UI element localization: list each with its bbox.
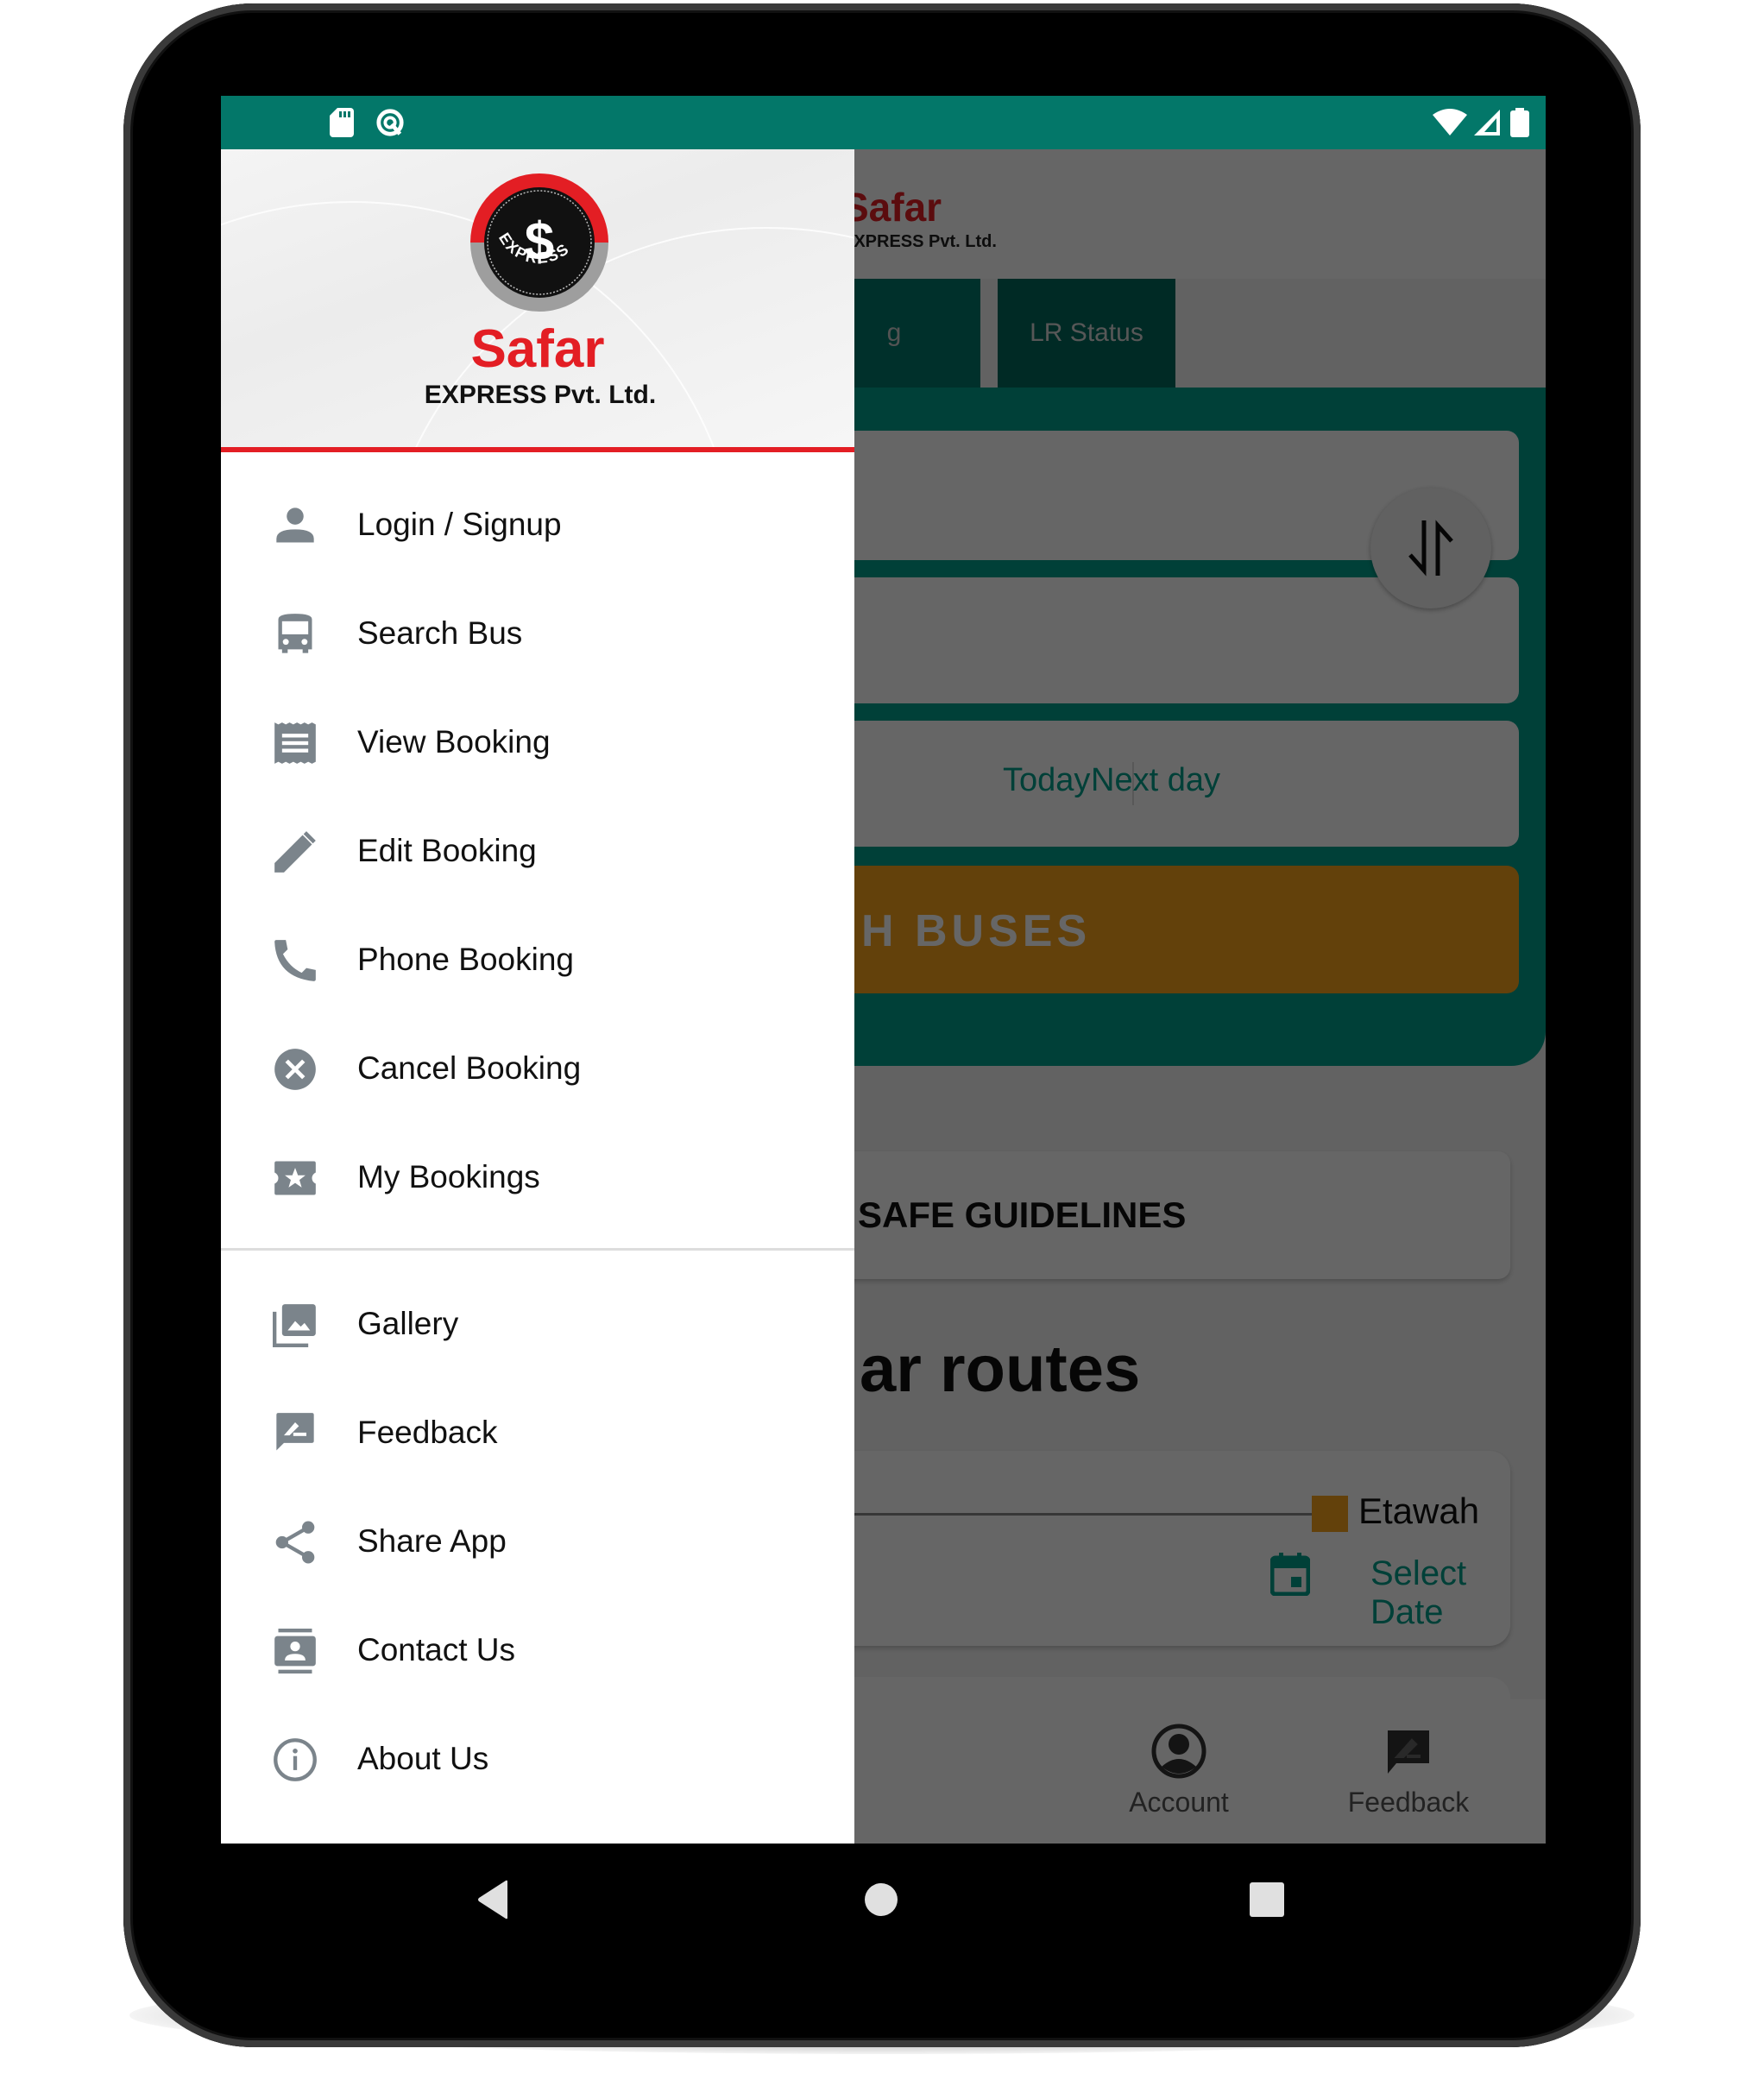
- sync-icon: [376, 109, 404, 136]
- menu-label: Search Bus: [357, 615, 523, 651]
- status-bar: [221, 96, 1546, 149]
- menu-divider: [221, 1248, 854, 1251]
- menu-item-share-app[interactable]: Share App: [221, 1487, 854, 1596]
- cell-signal-icon: [1474, 110, 1500, 136]
- gallery-icon: [273, 1304, 316, 1347]
- battery-icon: [1510, 108, 1529, 137]
- menu-item-my-bookings[interactable]: My Bookings: [221, 1123, 854, 1232]
- phone-icon: [274, 940, 316, 981]
- menu-item-search-bus[interactable]: Search Bus: [221, 579, 854, 688]
- sd-card-icon: [330, 108, 354, 137]
- person-icon: [276, 507, 314, 543]
- menu-label: Gallery: [357, 1306, 459, 1341]
- cancel-icon: [274, 1049, 316, 1090]
- menu-label: View Booking: [357, 724, 551, 760]
- menu-item-cancel-booking[interactable]: Cancel Booking: [221, 1014, 854, 1123]
- pencil-icon: [274, 831, 316, 873]
- menu-label: Edit Booking: [357, 833, 537, 868]
- menu-label: Feedback: [357, 1415, 498, 1450]
- brand-name: Safar: [470, 319, 605, 379]
- menu-item-contact-us[interactable]: Contact Us: [221, 1596, 854, 1705]
- menu-item-feedback[interactable]: Feedback: [221, 1378, 854, 1487]
- info-icon: [274, 1738, 317, 1781]
- feedback-icon: [276, 1413, 314, 1451]
- receipt-icon: [274, 722, 316, 764]
- menu-item-edit-booking[interactable]: Edit Booking: [221, 797, 854, 905]
- menu-label: Phone Booking: [357, 942, 574, 977]
- menu-label: Login / Signup: [357, 507, 562, 542]
- wifi-icon: [1433, 109, 1467, 136]
- recents-button[interactable]: [1249, 1881, 1285, 1918]
- home-button[interactable]: [864, 1882, 898, 1917]
- menu-item-gallery[interactable]: Gallery: [221, 1270, 854, 1378]
- menu-label: Cancel Booking: [357, 1050, 582, 1086]
- brand-subtitle: EXPRESS Pvt. Ltd.: [424, 381, 657, 409]
- menu-label: My Bookings: [357, 1159, 540, 1194]
- menu-label: About Us: [357, 1741, 489, 1776]
- bus-icon: [278, 614, 312, 653]
- ticket-icon: [274, 1161, 316, 1195]
- drawer-header: $ EXPRESS Safar EXPRESS Pvt. Ltd.: [221, 149, 854, 452]
- navigation-drawer: $ EXPRESS Safar EXPRESS Pvt. Ltd. Login …: [221, 149, 854, 1844]
- menu-item-view-booking[interactable]: View Booking: [221, 688, 854, 797]
- menu-label: Share App: [357, 1523, 507, 1559]
- menu-item-phone-booking[interactable]: Phone Booking: [221, 905, 854, 1014]
- screen: Safar EXPRESS Pvt. Ltd. g LR Status Toda…: [221, 96, 1546, 1844]
- contact-icon: [274, 1629, 316, 1673]
- menu-item-login-signup[interactable]: Login / Signup: [221, 470, 854, 579]
- brand-logo: $ EXPRESS: [470, 173, 608, 312]
- share-icon: [275, 1521, 315, 1564]
- menu-label: Contact Us: [357, 1632, 516, 1667]
- menu-item-about-us[interactable]: About Us: [221, 1705, 854, 1813]
- back-button[interactable]: [476, 1880, 511, 1919]
